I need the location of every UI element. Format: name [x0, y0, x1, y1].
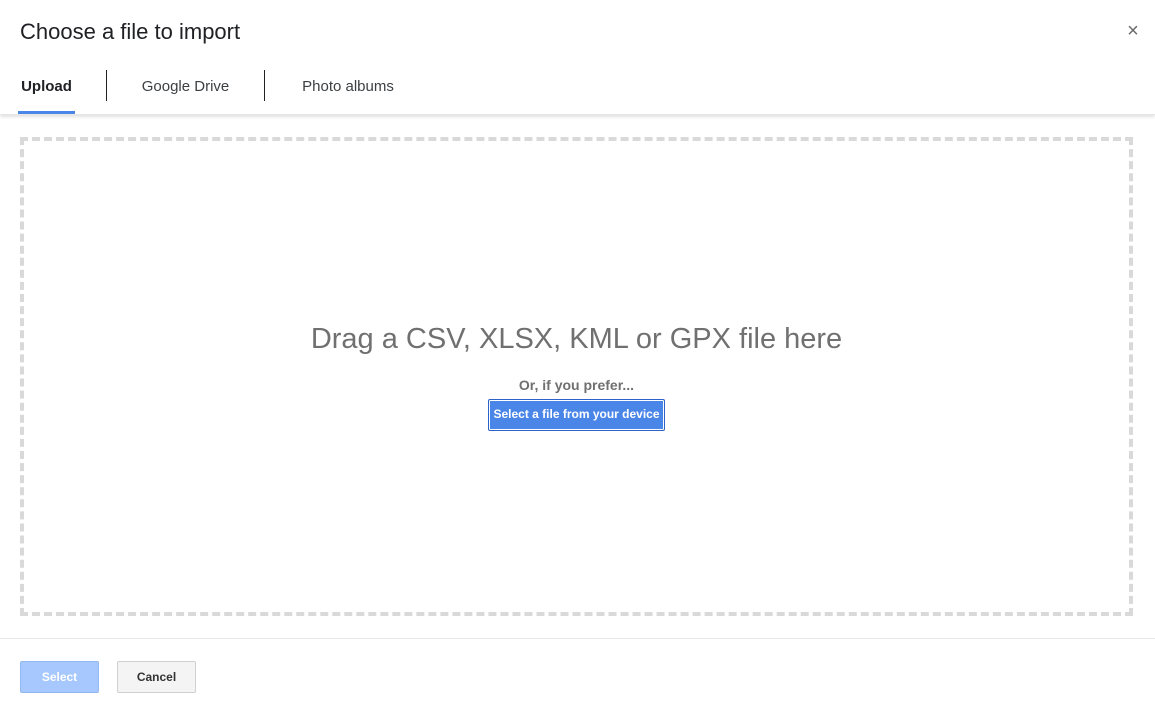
close-icon[interactable]: ×	[1122, 20, 1144, 42]
tab-separator	[106, 70, 107, 101]
tab-separator	[264, 70, 265, 101]
file-drop-zone[interactable]: Drag a CSV, XLSX, KML or GPX file here O…	[20, 137, 1133, 616]
import-tabs: Upload Google Drive Photo albums	[0, 68, 600, 114]
tab-google-drive[interactable]: Google Drive	[130, 68, 241, 114]
tab-photo-albums[interactable]: Photo albums	[288, 68, 408, 114]
select-button[interactable]: Select	[20, 661, 99, 693]
footer-divider	[0, 638, 1155, 639]
tab-upload[interactable]: Upload	[18, 68, 75, 114]
dialog-title: Choose a file to import	[20, 19, 241, 44]
drop-headline: Drag a CSV, XLSX, KML or GPX file here	[310, 323, 843, 355]
drop-alternative-text: Or, if you prefer...	[518, 377, 635, 393]
dialog-header: Choose a file to import × Upload Google …	[0, 0, 1155, 115]
select-file-from-device-button[interactable]: Select a file from your device	[488, 399, 665, 431]
cancel-button[interactable]: Cancel	[117, 661, 196, 693]
